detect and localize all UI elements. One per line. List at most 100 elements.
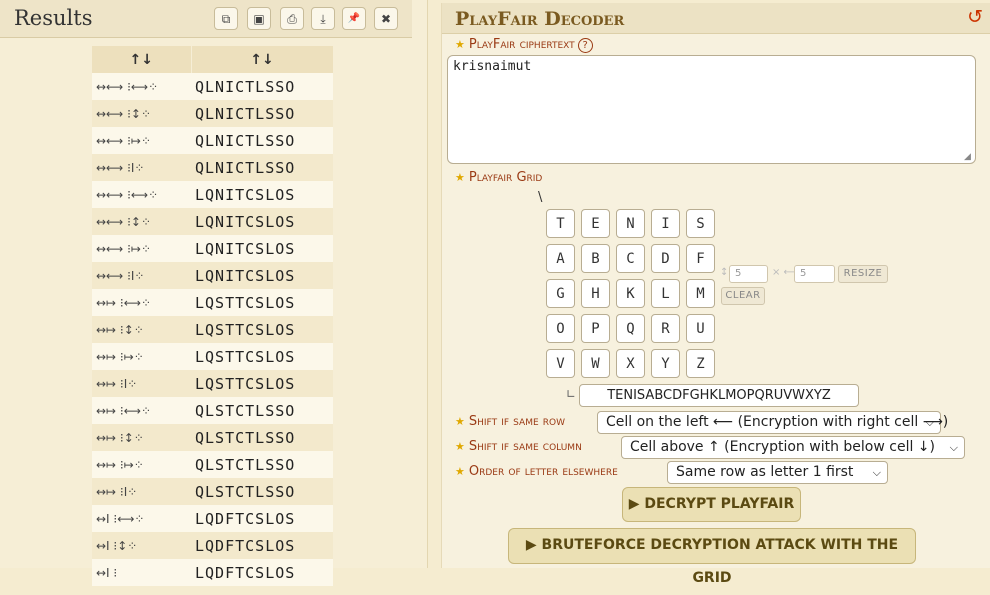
undo-icon[interactable]: ↺	[967, 6, 983, 28]
ciphertext-input[interactable]: krisnaimut	[447, 55, 976, 164]
grid-cell[interactable]: F	[686, 244, 715, 273]
row-plaintext: QLSTCTLSSO	[191, 397, 333, 424]
grid-cell[interactable]: A	[546, 244, 575, 273]
download-icon[interactable]: ⤓	[311, 7, 335, 30]
cols-input[interactable]: 5	[794, 265, 835, 283]
row-plaintext: QLSTCTLSSO	[191, 478, 333, 505]
grid-cell[interactable]: D	[651, 244, 680, 273]
close-icon[interactable]: ✖	[374, 7, 398, 30]
row-shift-symbols: ↔↦ ⁝I⁘	[92, 478, 191, 505]
table-row: ↔⟷ ⁝↦⁘ LQNITCSLOS	[92, 235, 333, 262]
bruteforce-button[interactable]: ▶ BRUTEFORCE DECRYPTION ATTACK WITH THE …	[508, 528, 916, 586]
resize-button[interactable]: RESIZE	[838, 265, 888, 283]
row-shift-symbols: ↔↦ ⁝↦⁘	[92, 451, 191, 478]
save-icon[interactable]: ▣	[247, 7, 271, 30]
row-plaintext: LQNITCSLOS	[191, 208, 333, 235]
table-row: ↔⟷ ⁝↦⁘ QLNICTLSSO	[92, 127, 333, 154]
grid-cell[interactable]: Z	[686, 349, 715, 378]
same-column-select[interactable]: Cell above ↑ (Encryption with below cell…	[621, 436, 965, 459]
row-shift-symbols: ↔↦ ⁝⟷⁘	[92, 289, 191, 316]
print-icon[interactable]: ⎙	[280, 7, 304, 30]
key-corner-mark: ∟	[566, 387, 577, 401]
table-row: ↔⟷ ⁝⟷⁘ QLNICTLSSO	[92, 73, 333, 100]
table-row: ↔↦ ⁝↕⁘ QLSTCTLSSO	[92, 424, 333, 451]
row-shift-symbols: ↔↦ ⁝I⁘	[92, 370, 191, 397]
grid-cell[interactable]: L	[651, 279, 680, 308]
grid-cell[interactable]: E	[581, 209, 610, 238]
table-row: ↔↦ ⁝I⁘ QLSTCTLSSO	[92, 478, 333, 505]
row-plaintext: LQDFTCSLOS	[191, 505, 333, 532]
star-icon: ★	[455, 415, 465, 428]
row-shift-symbols: ↔↦ ⁝↦⁘	[92, 343, 191, 370]
decrypt-button[interactable]: ▶ DECRYPT PLAYFAIR	[622, 487, 801, 522]
row-shift-symbols: ↔↦ ⁝↕⁘	[92, 424, 191, 451]
grid-cell[interactable]: U	[686, 314, 715, 343]
row-shift-symbols: ↔↦ ⁝↕⁘	[92, 316, 191, 343]
grid-cell[interactable]: V	[546, 349, 575, 378]
grid-cell[interactable]: S	[686, 209, 715, 238]
row-plaintext: LQSTTCSLOS	[191, 289, 333, 316]
grid-cell[interactable]: X	[616, 349, 645, 378]
textarea-resize-handle[interactable]: ◢	[964, 152, 971, 162]
row-shift-symbols: ↔⟷ ⁝↕⁘	[92, 100, 191, 127]
grid-cell[interactable]: B	[581, 244, 610, 273]
grid-cell[interactable]: Y	[651, 349, 680, 378]
rows-arrow-icon: ↕	[720, 267, 729, 278]
table-row: ↔⟷ ⁝I⁘ QLNICTLSSO	[92, 154, 333, 181]
decoder-title: PlayFair Decoder	[455, 8, 625, 30]
table-row: ↔⟷ ⁝↕⁘ LQNITCSLOS	[92, 208, 333, 235]
row-shift-symbols: ↔I ⁝↕⁘	[92, 532, 191, 559]
pin-icon[interactable]: 📌	[342, 7, 366, 30]
row-shift-symbols: ↔⟷ ⁝⟷⁘	[92, 73, 191, 100]
grid-cell[interactable]: Q	[616, 314, 645, 343]
grid-cell[interactable]: C	[616, 244, 645, 273]
row-plaintext: LQNITCSLOS	[191, 235, 333, 262]
grid-cell[interactable]: P	[581, 314, 610, 343]
table-row: ↔⟷ ⁝↕⁘ QLNICTLSSO	[92, 100, 333, 127]
results-table: ↑↓ ↑↓ ↔⟷ ⁝⟷⁘ QLNICTLSSO ↔⟷ ⁝↕⁘ QLNICTLSSO ↔⟷…	[92, 46, 334, 586]
row-plaintext: QLNICTLSSO	[191, 73, 333, 100]
order-select[interactable]: Same row as letter 1 first ⌵	[667, 461, 888, 484]
grid-cell[interactable]: H	[581, 279, 610, 308]
column-header-shift[interactable]: ↑↓	[92, 46, 192, 73]
star-icon: ★	[455, 38, 465, 51]
grid-cell[interactable]: I	[651, 209, 680, 238]
decoder-header: PlayFair Decoder ↺	[442, 3, 990, 34]
table-row: ↔⟷ ⁝I⁘ LQNITCSLOS	[92, 262, 333, 289]
row-plaintext: LQSTTCSLOS	[191, 316, 333, 343]
table-row: ↔↦ ⁝↕⁘ LQSTTCSLOS	[92, 316, 333, 343]
clear-button[interactable]: CLEAR	[721, 287, 765, 305]
star-icon: ★	[455, 465, 465, 478]
chevron-down-icon: ⌵	[925, 416, 934, 429]
grid-cell[interactable]: N	[616, 209, 645, 238]
grid-cell[interactable]: M	[686, 279, 715, 308]
table-row: ↔↦ ⁝↦⁘ LQSTTCSLOS	[92, 343, 333, 370]
column-header-text[interactable]: ↑↓	[191, 46, 334, 73]
row-plaintext: LQNITCSLOS	[191, 181, 333, 208]
grid-cell[interactable]: G	[546, 279, 575, 308]
copy-icon[interactable]: ⧉	[214, 7, 238, 30]
row-shift-symbols: ↔⟷ ⁝I⁘	[92, 262, 191, 289]
same-row-select[interactable]: Cell on the left ⟵ (Encryption with righ…	[597, 411, 948, 434]
grid-cell[interactable]: K	[616, 279, 645, 308]
row-plaintext: LQDFTCSLOS	[191, 532, 333, 559]
row-shift-symbols: ↔⟷ ⁝⟷⁘	[92, 181, 191, 208]
grid-cell[interactable]: O	[546, 314, 575, 343]
grid-cell[interactable]: R	[651, 314, 680, 343]
row-plaintext: LQSTTCSLOS	[191, 370, 333, 397]
order-label: ★ Order of letter elsewhere	[455, 464, 618, 479]
table-row: ↔↦ ⁝⟷⁘ QLSTCTLSSO	[92, 397, 333, 424]
chevron-down-icon: ⌵	[949, 441, 958, 454]
grid-cell[interactable]: T	[546, 209, 575, 238]
same-row-label: ★ Shift if same row	[455, 414, 566, 429]
grid-key-input[interactable]: TENISABCDFGHKLMOPQRUVWXYZ	[579, 384, 859, 407]
rows-input[interactable]: 5	[729, 265, 768, 283]
ciphertext-label: ★ PlayFair ciphertext?	[455, 37, 593, 53]
help-icon[interactable]: ?	[577, 38, 593, 53]
grid-corner-mark: \	[538, 190, 543, 205]
row-plaintext: QLNICTLSSO	[191, 100, 333, 127]
row-shift-symbols: ↔⟷ ⁝↦⁘	[92, 235, 191, 262]
results-title: Results	[14, 6, 93, 30]
grid-cell[interactable]: W	[581, 349, 610, 378]
row-plaintext: LQDFTCSLOS	[191, 559, 333, 586]
